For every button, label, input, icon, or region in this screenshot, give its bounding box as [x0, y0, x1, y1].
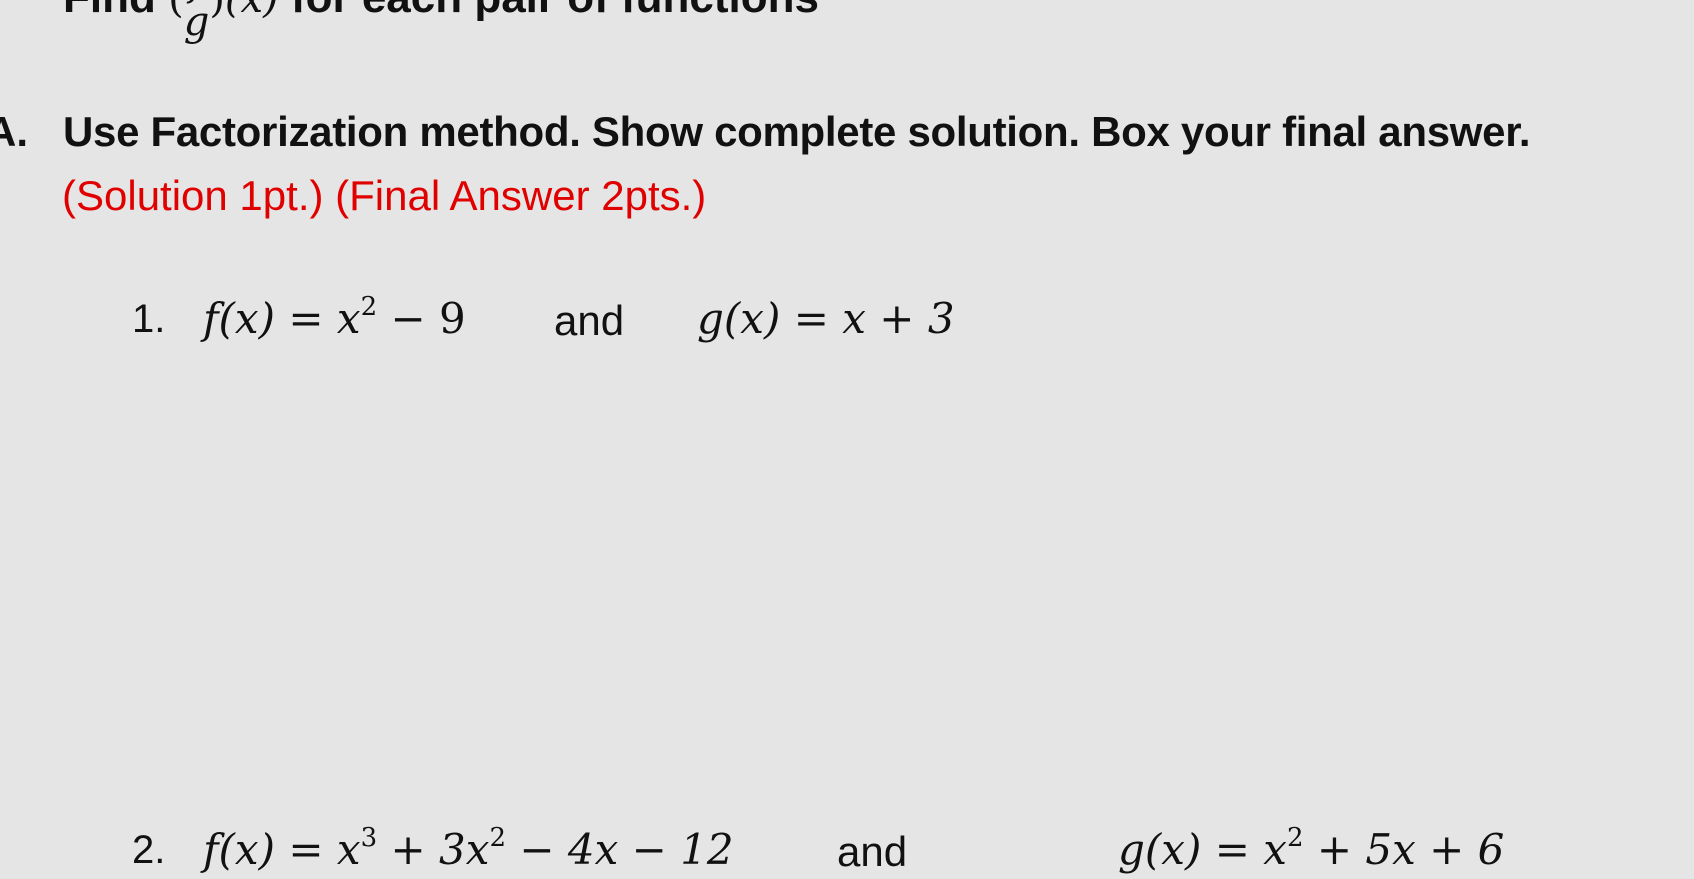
- g-definition: g(x) = x2 + 5x + 6: [1118, 823, 1505, 874]
- header-line: Find (fg)(x) for each pair of functions: [63, 0, 819, 42]
- header-find: Find: [63, 0, 156, 22]
- fraction-f-over-g: (fg)(x): [168, 0, 279, 45]
- g-definition: g(x) = x + 3: [697, 294, 955, 343]
- f-definition: f(x) = x2 − 9: [203, 292, 466, 343]
- problem-number: 1.: [132, 297, 166, 341]
- section-instruction: Use Factorization method. Show complete …: [63, 108, 1531, 155]
- and-label: and: [554, 297, 625, 344]
- section-letter: A.: [0, 108, 28, 155]
- points-note: (Solution 1pt.) (Final Answer 2pts.): [62, 172, 707, 219]
- problem-number: 2.: [132, 828, 166, 872]
- header-rest: for each pair of functions: [291, 0, 819, 22]
- and-label: and: [837, 828, 908, 875]
- f-definition: f(x) = x3 + 3x2 − 4x − 12: [203, 823, 734, 874]
